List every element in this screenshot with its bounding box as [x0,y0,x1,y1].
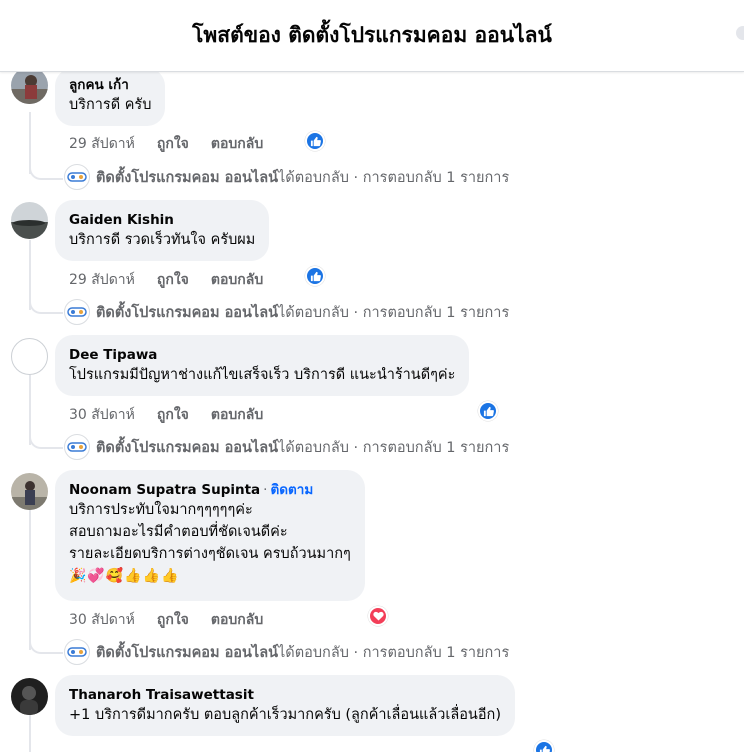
comment-time[interactable]: 29 สัปดาห์ [69,269,135,291]
page-reply-name[interactable]: ติดตั้งโปรแกรมคอม ออนไลน์ [96,641,278,664]
follow-button[interactable]: ติดตาม [270,482,313,498]
page-reply-row[interactable]: ติดตั้งโปรแกรมคอม ออนไลน์ ได้ตอบกลับ · ก… [64,164,509,190]
thread-connector [29,433,63,449]
comment-author[interactable]: Gaiden Kishin [69,211,255,229]
comment-bubble: Gaiden Kishin บริการดี รวดเร็วทันใจ ครับ… [55,200,270,261]
comment-bubble: ลูกคน เก้า บริการดี ครับ [55,72,166,126]
comment-author-name[interactable]: Noonam Supatra Supinta [69,482,260,498]
comment-time[interactable]: 30 สัปดาห์ [69,404,135,426]
avatar[interactable] [11,473,48,510]
love-reaction-icon[interactable] [368,606,388,626]
comment-author[interactable]: ลูกคน เก้า [69,76,151,94]
comment-author[interactable]: Dee Tipawa [69,346,455,364]
page-logo-icon [64,639,90,665]
comment-actions: 29 สัปดาห์ ถูกใจ ตอบกลับ [69,269,285,291]
page-reply-row[interactable]: ติดตั้งโปรแกรมคอม ออนไลน์ ได้ตอบกลับ · ก… [64,434,509,460]
thread-line [29,715,31,752]
reply-button[interactable]: ตอบกลับ [211,404,263,426]
thread-connector [29,164,63,180]
like-reaction-icon[interactable] [305,131,325,151]
comment-author[interactable]: Thanaroh Traisawettasit [69,686,501,704]
reply-button[interactable]: ตอบกลับ [211,269,263,291]
like-reaction-icon[interactable] [478,401,498,421]
comment-text-line: สอบถามอะไรมีคำตอบที่ชัดเจนดีค่ะ [69,524,288,540]
comment-time[interactable]: 29 สัปดาห์ [69,133,135,155]
comment-text: บริการดี รวดเร็วทันใจ ครับผม [69,232,256,248]
close-button[interactable] [736,26,744,40]
like-reaction-icon[interactable] [305,266,325,286]
page-logo-icon [64,434,90,460]
page-logo-icon [64,299,90,325]
comment-actions: 30 สัปดาห์ ถูกใจ ตอบกลับ [69,404,285,426]
comment-author: Noonam Supatra Supinta · ติดตาม [69,482,314,498]
like-button[interactable]: ถูกใจ [157,404,189,426]
comment-emoji: 🎉💞🥰👍👍👍 [69,568,180,584]
comment-actions: 29 สัปดาห์ ถูกใจ ตอบกลับ [69,133,285,155]
comment-text: โปรแกรมมีปัญหาช่างแก้ไขเสร็จเร็ว บริการด… [69,367,456,383]
page-logo-icon [64,164,90,190]
page-reply-text: ได้ตอบกลับ · การตอบกลับ 1 รายการ [278,169,510,186]
page-reply-name[interactable]: ติดตั้งโปรแกรมคอม ออนไลน์ [96,166,278,189]
reply-button[interactable]: ตอบกลับ [211,133,263,155]
thread-connector [29,298,63,314]
avatar[interactable] [11,202,48,239]
thread-line [29,510,31,650]
comment-text-line: รายละเอียดบริการต่างๆชัดเจน ครบถ้วนมากๆ [69,546,351,562]
like-reaction-icon[interactable] [534,740,554,752]
page-reply-name[interactable]: ติดตั้งโปรแกรมคอม ออนไลน์ [96,301,278,324]
page-reply-text: ได้ตอบกลับ · การตอบกลับ 1 รายการ [278,439,510,456]
page-reply-row[interactable]: ติดตั้งโปรแกรมคอม ออนไลน์ ได้ตอบกลับ · ก… [64,639,509,665]
thread-connector [29,638,63,654]
page-reply-name[interactable]: ติดตั้งโปรแกรมคอม ออนไลน์ [96,436,278,459]
like-button[interactable]: ถูกใจ [157,133,189,155]
comment-thread[interactable]: ลูกคน เก้า บริการดี ครับ 29 สัปดาห์ ถูกใ… [0,72,744,752]
avatar[interactable] [11,338,48,375]
reply-button[interactable]: ตอบกลับ [211,609,263,631]
like-button[interactable]: ถูกใจ [157,269,189,291]
page-reply-text: ได้ตอบกลับ · การตอบกลับ 1 รายการ [278,644,510,661]
comment-actions: 30 สัปดาห์ ถูกใจ ตอบกลับ [69,609,285,631]
comment-text: บริการดี ครับ [69,97,152,113]
avatar[interactable] [11,678,48,715]
page-title: โพสต์ของ ติดตั้งโปรแกรมคอม ออนไลน์ [192,23,552,47]
comment-bubble: Dee Tipawa โปรแกรมมีปัญหาช่างแก้ไขเสร็จเ… [55,335,470,396]
comment-bubble: Noonam Supatra Supinta · ติดตาม บริการประท… [55,470,365,601]
avatar[interactable] [11,72,48,104]
comment-time[interactable]: 30 สัปดาห์ [69,609,135,631]
comment-text: +1 บริการดีมากครับ ตอบลูกค้าเร็วมากครับ … [69,707,501,723]
comment-text-line: บริการประทับใจมากๆๆๆๆๆค่ะ [69,502,253,518]
page-reply-row[interactable]: ติดตั้งโปรแกรมคอม ออนไลน์ ได้ตอบกลับ · ก… [64,299,509,325]
page-reply-text: ได้ตอบกลับ · การตอบกลับ 1 รายการ [278,304,510,321]
comment-bubble: Thanaroh Traisawettasit +1 บริการดีมากคร… [55,675,515,736]
like-button[interactable]: ถูกใจ [157,609,189,631]
post-header: โพสต์ของ ติดตั้งโปรแกรมคอม ออนไลน์ [0,0,744,72]
